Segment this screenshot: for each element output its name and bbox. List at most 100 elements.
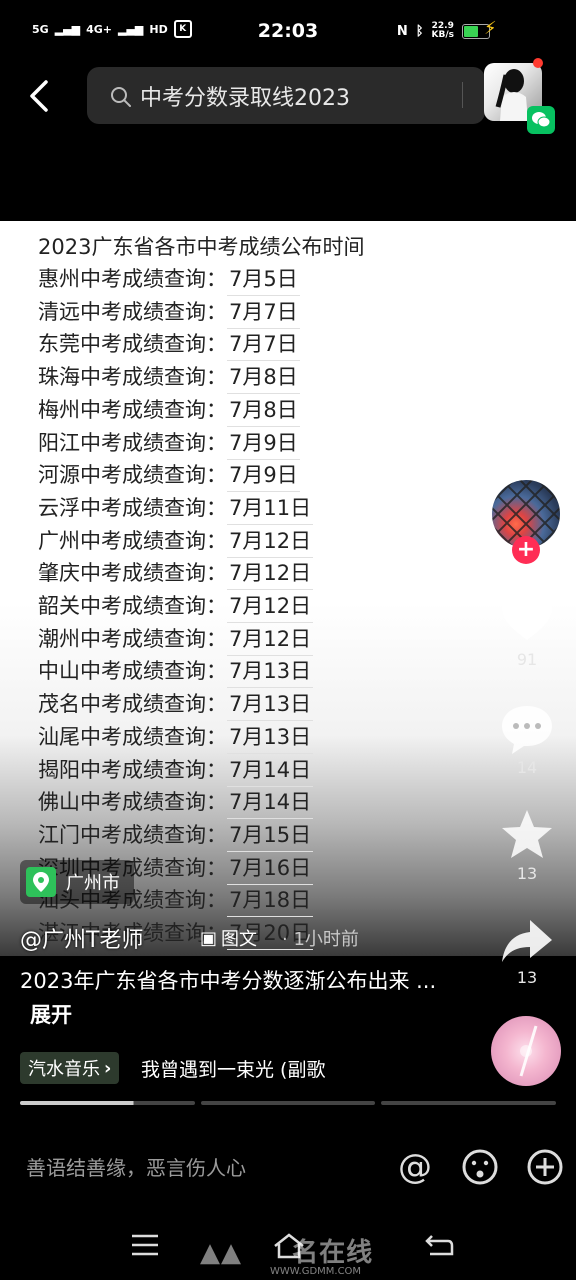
doc-row: 云浮中考成绩查询：7月11日	[38, 492, 314, 525]
doc-row: 佛山中考成绩查询：7月14日	[38, 786, 314, 820]
doc-row: 中山中考成绩查询：7月13日	[38, 655, 314, 689]
post-type-badge: ▣ 图文	[200, 927, 258, 951]
row-label: 广州中考成绩查询：	[38, 528, 227, 553]
comment-input[interactable]: 善语结善缘，恶言伤人心	[26, 1152, 246, 1181]
post-caption[interactable]: 2023年广东省各市中考分数逐渐公布出来 ...展开	[20, 964, 450, 1032]
music-source-tag[interactable]: 汽水音乐 ›	[20, 1052, 120, 1084]
location-pin-icon	[26, 867, 56, 897]
row-label: 汕尾中考成绩查询：	[38, 724, 227, 749]
progress-segment-3	[381, 1101, 557, 1105]
row-date: 7月12日	[227, 557, 314, 591]
back-arrow-icon[interactable]	[24, 78, 56, 114]
doc-row: 汕尾中考成绩查询：7月13日	[38, 721, 314, 754]
row-label: 揭阳中考成绩查询：	[38, 757, 227, 782]
row-label: 梅州中考成绩查询：	[38, 397, 227, 422]
network-speed: 22.9 KB/s	[431, 21, 454, 40]
row-date: 7月13日	[227, 721, 314, 754]
row-date: 7月15日	[227, 819, 314, 852]
row-date: 7月14日	[227, 754, 314, 787]
location-tag[interactable]: 广州市	[20, 860, 134, 904]
row-date: 7月13日	[227, 655, 314, 689]
row-date: 7月12日	[227, 525, 314, 558]
doc-row: 揭阳中考成绩查询：7月14日	[38, 754, 314, 787]
row-date: 7月18日	[227, 884, 314, 918]
progress-segment-1	[20, 1101, 195, 1105]
row-label: 佛山中考成绩查询：	[38, 790, 227, 815]
follow-plus-button[interactable]: +	[512, 536, 540, 564]
row-label: 珠海中考成绩查询：	[38, 365, 227, 390]
doc-row: 河源中考成绩查询：7月9日	[38, 459, 300, 493]
row-label: 中山中考成绩查询：	[38, 659, 227, 684]
post-time: · 1小时前	[282, 929, 359, 950]
add-icon[interactable]	[526, 1148, 564, 1186]
row-label: 东莞中考成绩查询：	[38, 332, 227, 357]
menu-icon[interactable]	[130, 1232, 160, 1258]
watermark: ▲▲ 名在线 WWW.GDMM.COM	[200, 1238, 374, 1277]
notification-dot	[533, 58, 543, 68]
progress-segment-2	[200, 1101, 376, 1105]
search-divider	[462, 82, 463, 108]
watermark-logo-icon: ▲▲	[200, 1238, 242, 1268]
doc-row: 惠州中考成绩查询：7月5日	[38, 263, 300, 296]
comment-bubble-icon[interactable]	[498, 700, 556, 758]
row-date: 7月14日	[227, 786, 314, 820]
at-mention-icon[interactable]: @	[396, 1148, 434, 1186]
expand-link[interactable]: 展开	[30, 1003, 72, 1027]
doc-row: 肇庆中考成绩查询：7月12日	[38, 557, 314, 591]
image-text-icon: ▣	[200, 927, 218, 949]
row-date: 7月7日	[227, 328, 300, 362]
row-label: 云浮中考成绩查询：	[38, 495, 227, 520]
doc-row: 江门中考成绩查询：7月15日	[38, 819, 314, 852]
doc-row: 潮州中考成绩查询：7月12日	[38, 623, 314, 656]
doc-row: 梅州中考成绩查询：7月8日	[38, 394, 300, 427]
charging-bolt-icon: ⚡	[484, 18, 497, 39]
status-right: N ᛒ 22.9 KB/s	[397, 22, 490, 40]
row-date: 7月7日	[227, 296, 300, 329]
music-title[interactable]: 我曾遇到一束光 (副歌	[141, 1055, 325, 1082]
row-date: 7月9日	[227, 459, 300, 493]
row-date: 7月12日	[227, 623, 314, 656]
row-label: 韶关中考成绩查询：	[38, 594, 227, 618]
doc-row: 茂名中考成绩查询：7月13日	[38, 688, 314, 722]
wechat-icon[interactable]	[527, 106, 555, 134]
chevron-right-icon: ›	[104, 1057, 112, 1079]
bluetooth-icon: ᛒ	[415, 23, 424, 39]
share-count: 13	[516, 968, 538, 987]
row-date: 7月9日	[227, 427, 300, 460]
like-count: 91	[516, 650, 538, 669]
nfc-icon: N	[396, 23, 408, 39]
search-icon	[111, 87, 131, 107]
doc-title: 2023广东省各市中考成绩公布时间	[38, 235, 365, 259]
svg-text:@: @	[398, 1148, 432, 1186]
row-label: 清远中考成绩查询：	[38, 299, 227, 324]
row-date: 7月8日	[227, 361, 300, 395]
doc-row: 广州中考成绩查询：7月12日	[38, 525, 314, 558]
search-query[interactable]: 中考分数录取线2023	[140, 80, 350, 112]
row-date: 7月16日	[227, 852, 314, 885]
doc-row: 珠海中考成绩查询：7月8日	[38, 361, 300, 395]
emoji-icon[interactable]	[461, 1148, 499, 1186]
location-name: 广州市	[66, 873, 120, 894]
doc-row: 韶关中考成绩查询：7月12日	[38, 590, 314, 623]
post-image[interactable]: 2023广东省各市中考成绩公布时间 惠州中考成绩查询：7月5日 清远中考成绩查询：…	[0, 221, 576, 956]
disc-art-icon	[519, 1025, 538, 1077]
doc-row: 东莞中考成绩查询：7月7日	[38, 328, 300, 362]
row-label: 阳江中考成绩查询：	[38, 430, 227, 455]
row-date: 7月12日	[227, 590, 314, 623]
status-bar: 5G ▂▄▆ 4G+ ▂▄▆ HD K 22:03 N ᛒ 22.9 KB/s ⚡	[0, 0, 576, 60]
row-date: 7月5日	[227, 263, 300, 296]
heart-icon[interactable]	[498, 590, 556, 648]
row-label: 惠州中考成绩查询：	[38, 267, 227, 291]
comment-count: 14	[516, 758, 538, 777]
favorite-count: 13	[516, 864, 538, 883]
music-disc[interactable]	[491, 1016, 561, 1086]
row-date: 7月8日	[227, 394, 300, 427]
doc-row: 清远中考成绩查询：7月7日	[38, 296, 300, 329]
author-name[interactable]: @广州T老师	[20, 922, 143, 954]
share-arrow-icon[interactable]	[498, 912, 556, 970]
image-progress	[20, 1101, 557, 1105]
star-icon[interactable]	[498, 806, 556, 864]
back-nav-icon[interactable]	[424, 1232, 454, 1258]
row-label: 江门中考成绩查询：	[38, 822, 227, 847]
row-label: 茂名中考成绩查询：	[38, 692, 227, 717]
